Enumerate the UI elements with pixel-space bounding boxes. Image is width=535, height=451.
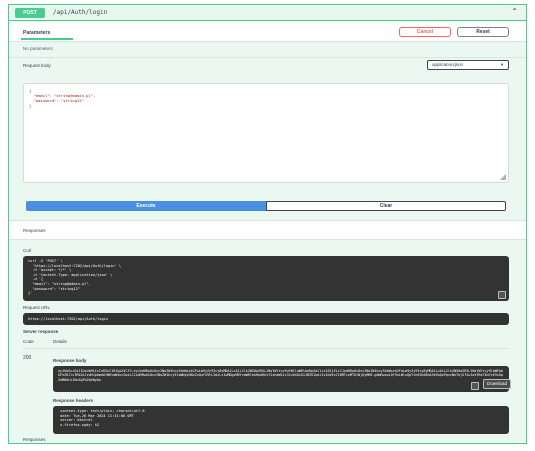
response-headers-block: content-type: text/plain; charset=utf-8 … bbox=[53, 406, 509, 434]
column-header-code: Code bbox=[23, 339, 34, 344]
curl-label: Curl bbox=[23, 248, 32, 253]
parameters-header: Parameters Cancel Reset bbox=[9, 22, 526, 42]
divider bbox=[9, 57, 526, 58]
divider bbox=[23, 348, 509, 349]
status-code: 200 bbox=[23, 355, 32, 361]
request-body-editor[interactable]: { "email": "string@admin.pl", "password"… bbox=[23, 83, 509, 183]
method-badge: POST bbox=[15, 8, 45, 18]
download-button[interactable]: Download bbox=[483, 379, 511, 389]
curl-line: }' bbox=[28, 291, 33, 296]
copy-icon[interactable] bbox=[498, 291, 506, 299]
responses-footer-label: Responses bbox=[23, 437, 46, 442]
request-url-label: Request URL bbox=[23, 305, 51, 310]
clear-button[interactable]: Clear bbox=[266, 201, 506, 211]
cancel-button[interactable]: Cancel bbox=[399, 27, 451, 37]
operation-block: POST /api/Auth/login ⌃ Parameters Cancel… bbox=[8, 4, 527, 444]
response-headers-label: Response headers bbox=[53, 398, 94, 403]
responses-header: Responses bbox=[9, 220, 526, 240]
responses-title: Responses bbox=[23, 228, 46, 233]
response-body-label: Response body bbox=[53, 358, 87, 363]
operation-summary[interactable]: POST /api/Auth/login ⌃ bbox=[9, 5, 526, 21]
tab-parameters[interactable]: Parameters bbox=[23, 30, 50, 36]
execute-button[interactable]: Execute bbox=[26, 201, 266, 211]
resize-handle-icon[interactable] bbox=[500, 174, 506, 180]
column-header-details: Details bbox=[53, 339, 67, 344]
chevron-down-icon: ▼ bbox=[500, 62, 504, 67]
reset-button[interactable]: Reset bbox=[457, 27, 509, 37]
json-line: } bbox=[29, 103, 32, 108]
header-line: x-firefox-spdy: h2 bbox=[58, 422, 100, 427]
endpoint-path: /api/Auth/login bbox=[53, 9, 108, 16]
active-tab-indicator bbox=[21, 38, 73, 40]
curl-command-block: curl -X 'POST' \ 'https://localhost:7202… bbox=[23, 256, 509, 301]
chevron-up-icon[interactable]: ⌃ bbox=[511, 7, 518, 16]
request-body-label: Request body bbox=[23, 63, 51, 68]
content-type-value: application/json bbox=[432, 62, 464, 67]
request-url-value: https://localhost:7202/api/Auth/login bbox=[23, 313, 509, 325]
content-type-select[interactable]: application/json ▼ bbox=[427, 60, 509, 70]
server-response-label: Server response bbox=[23, 329, 59, 334]
copy-icon[interactable] bbox=[471, 382, 479, 390]
no-parameters-text: No parameters bbox=[23, 46, 53, 51]
response-body-block: eyJhbGciOiJIUzUxMiIsInR5cCI6IkpXVCJ9.eyJ… bbox=[53, 366, 509, 392]
